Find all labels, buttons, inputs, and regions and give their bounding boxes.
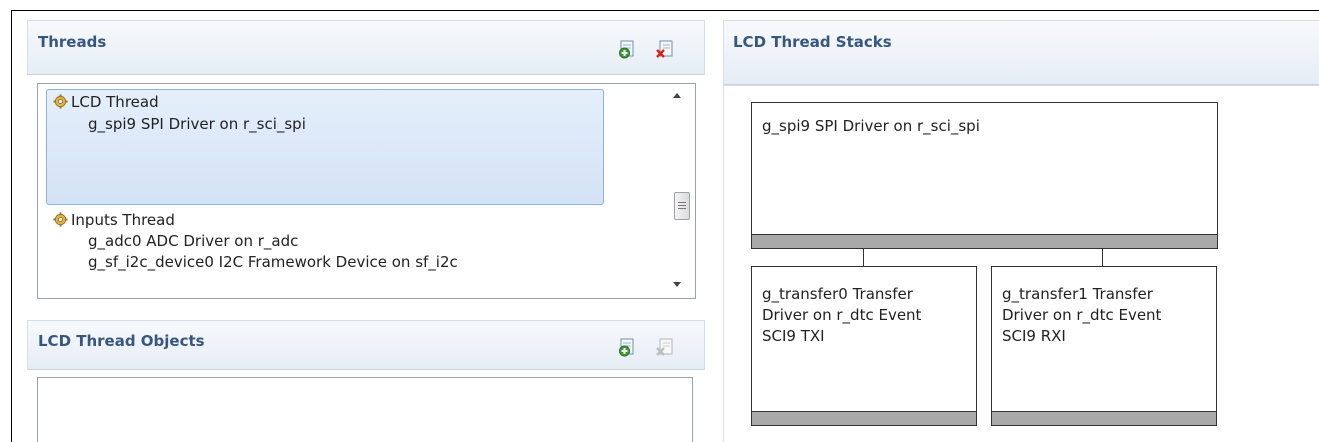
stack-module-label: g_spi9 SPI Driver on r_sci_spi — [762, 117, 980, 135]
thread-name: LCD Thread — [71, 93, 159, 111]
stack-module-bar[interactable] — [752, 234, 1217, 248]
add-thread-icon[interactable] — [618, 39, 638, 59]
add-object-icon[interactable] — [618, 337, 638, 357]
objects-title: LCD Thread Objects — [38, 332, 205, 350]
thread-item-lcd[interactable]: LCD Thread — [53, 93, 159, 111]
threads-list[interactable]: LCD Thread g_spi9 SPI Driver on r_sci_sp… — [37, 83, 696, 299]
thread-name: Inputs Thread — [71, 211, 175, 229]
stacks-title: LCD Thread Stacks — [733, 33, 892, 51]
threads-header: Threads — [27, 20, 705, 75]
stack-connector — [1102, 249, 1103, 266]
thread-module-item[interactable]: g_adc0 ADC Driver on r_adc — [88, 232, 298, 250]
stack-module-bar[interactable] — [752, 411, 976, 425]
stack-module-label: g_transfer0 Transfer Driver on r_dtc Eve… — [762, 285, 922, 345]
objects-header: LCD Thread Objects — [27, 320, 705, 370]
stacks-canvas: g_spi9 SPI Driver on r_sci_spi g_transfe… — [723, 85, 1319, 442]
gear-icon — [53, 212, 68, 227]
threads-title: Threads — [38, 33, 107, 51]
scroll-up-arrow-icon[interactable] — [673, 93, 681, 98]
stack-connector — [863, 249, 864, 266]
scroll-down-arrow-icon[interactable] — [673, 282, 681, 287]
remove-thread-icon[interactable] — [655, 39, 675, 59]
stack-module-top[interactable]: g_spi9 SPI Driver on r_sci_spi — [751, 102, 1218, 249]
thread-module-item[interactable]: g_sf_i2c_device0 I2C Framework Device on… — [88, 253, 458, 271]
stack-module-bar[interactable] — [992, 411, 1216, 425]
stack-module-child[interactable]: g_transfer0 Transfer Driver on r_dtc Eve… — [751, 266, 977, 426]
thread-item-inputs[interactable]: Inputs Thread — [53, 211, 175, 229]
threads-scrollbar[interactable] — [660, 85, 694, 297]
stacks-header: LCD Thread Stacks — [723, 20, 1319, 85]
scroll-thumb[interactable] — [674, 192, 690, 220]
objects-list[interactable] — [37, 377, 693, 442]
gear-icon — [53, 94, 68, 109]
remove-object-icon — [655, 337, 675, 357]
stack-module-child[interactable]: g_transfer1 Transfer Driver on r_dtc Eve… — [991, 266, 1217, 426]
stack-module-label: g_transfer1 Transfer Driver on r_dtc Eve… — [1002, 285, 1162, 345]
thread-module-item[interactable]: g_spi9 SPI Driver on r_sci_spi — [88, 115, 306, 133]
